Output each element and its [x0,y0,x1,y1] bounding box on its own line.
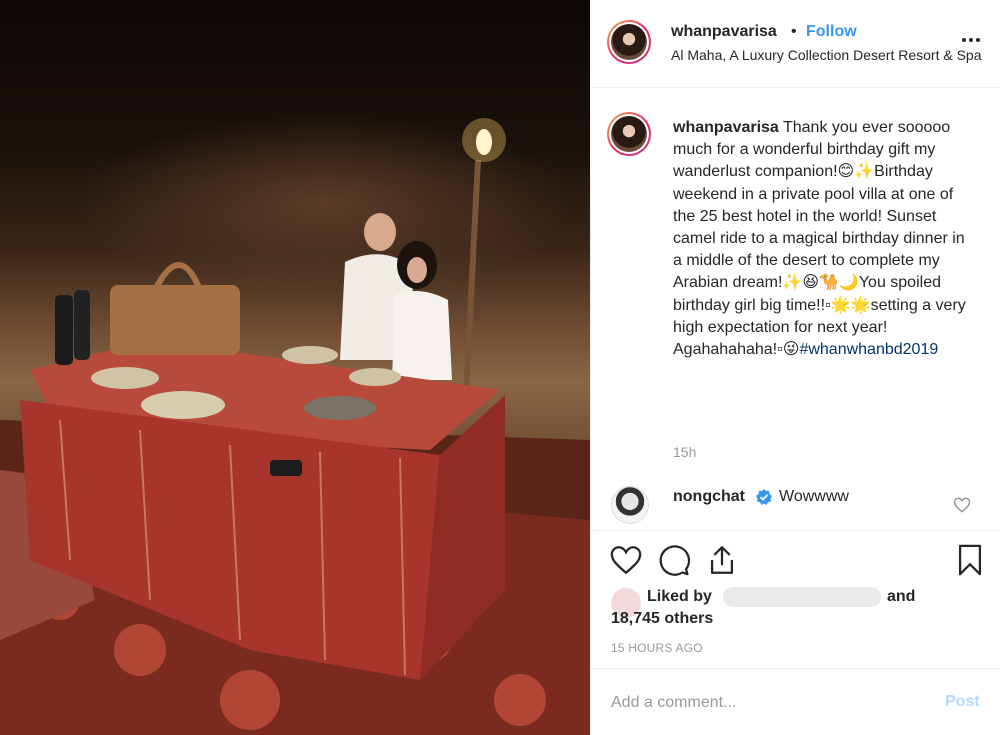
comment-text: Wowwww [779,488,849,505]
post-photo[interactable] [0,0,590,735]
separator-dot: • [791,23,797,40]
comment-input[interactable] [611,691,911,715]
commenter-avatar[interactable] [611,486,649,524]
post-sidebar: whanpavarisa • Follow Al Maha, A Luxury … [590,0,1000,735]
author-username[interactable]: whanpavarisa [671,23,777,41]
share-icon[interactable] [705,543,739,577]
bookmark-icon[interactable] [953,543,987,577]
heart-outline-icon[interactable] [609,543,643,577]
blurred-liker-name [723,587,881,607]
comment-like-heart-icon[interactable] [953,496,971,514]
desert-dinner-scene [0,118,590,735]
caption-text: whanpavarisa Thank you ever sooooo much … [673,117,975,361]
post-actions: Liked by and 18,745 others 15 HOURS AGO [591,530,1000,668]
caption-username[interactable]: whanpavarisa [673,119,779,136]
liked-by-label: Liked by [647,588,712,605]
likes-count-link[interactable]: 18,745 others [611,610,713,628]
liked-and-label: and [887,588,916,605]
comment-username[interactable]: nongchat [673,488,745,506]
post-comment-button[interactable]: Post [945,693,980,711]
comment-bubble-icon[interactable] [657,543,691,577]
location-link[interactable]: Al Maha, A Luxury Collection Desert Reso… [671,47,989,63]
caption-time: 15h [673,444,697,460]
verified-badge-icon [756,489,772,505]
comment-box: Post [591,668,1000,735]
post-header: whanpavarisa • Follow Al Maha, A Luxury … [591,0,1000,88]
follow-button[interactable]: Follow [806,23,857,41]
caption-avatar[interactable] [607,112,651,156]
caption-body: Thank you ever sooooo much for a wonderf… [673,119,966,359]
author-avatar[interactable] [607,20,651,64]
post-timestamp: 15 HOURS AGO [611,641,703,655]
more-options-icon[interactable] [959,28,983,52]
hashtag-link[interactable]: #whanwhanbd2019 [799,341,938,358]
